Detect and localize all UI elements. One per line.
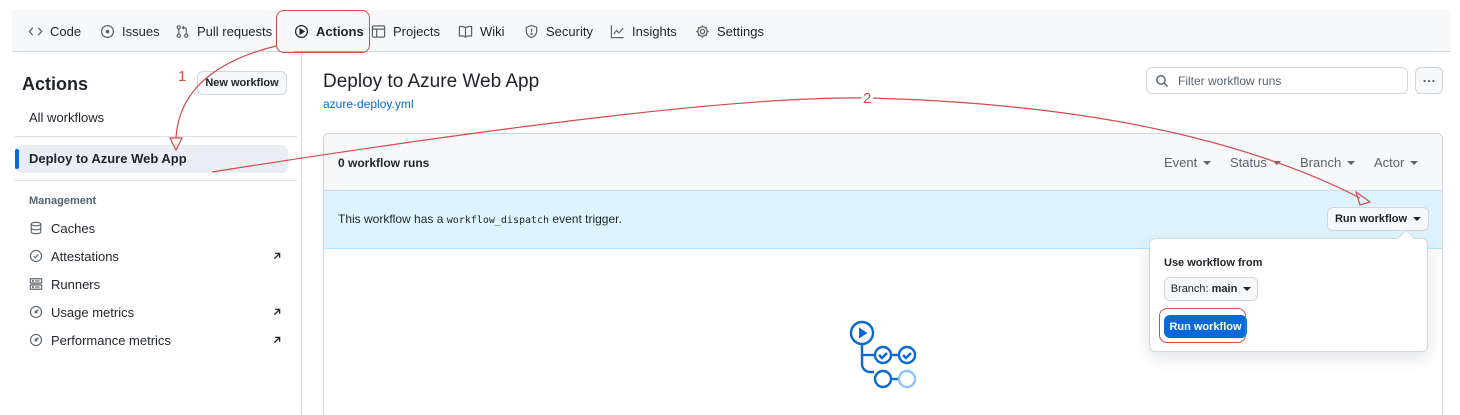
runs-count: 0 workflow runs [338, 156, 430, 170]
workflow-illustration-icon [849, 320, 917, 389]
tab-insights[interactable]: Insights [610, 10, 677, 52]
run-workflow-label: Run workflow [1334, 213, 1408, 225]
server-icon [29, 278, 43, 290]
sidebar-item-caches[interactable]: Caches [29, 217, 284, 239]
triangle-down-icon [1243, 287, 1252, 291]
filter-label: Event [1164, 155, 1198, 170]
triangle-down-icon [1410, 160, 1419, 165]
sidebar-item-runners[interactable]: Runners [29, 273, 284, 295]
triangle-down-icon [1347, 160, 1356, 165]
triangle-down-icon [1203, 160, 1212, 165]
actor-filter-dropdown[interactable]: Actor [1374, 155, 1419, 170]
book-icon [458, 25, 473, 38]
runs-header: 0 workflow runs Event Status Branch Acto… [324, 134, 1442, 191]
tab-label: Insights [632, 23, 677, 39]
shield-icon [525, 24, 538, 38]
annotation-highlight-actions-tab [276, 10, 370, 53]
sidebar-item-attestations[interactable]: Attestations [29, 245, 284, 267]
new-workflow-button[interactable]: New workflow [197, 71, 287, 95]
tab-settings[interactable]: Settings [695, 10, 764, 52]
branch-value: main [1211, 283, 1238, 295]
sidebar-item-label: Usage metrics [51, 304, 135, 320]
graph-icon [610, 24, 624, 38]
triangle-down-icon [1272, 160, 1281, 165]
tab-label: Settings [717, 23, 764, 39]
filter-label: Status [1230, 155, 1267, 170]
workflow-title: Deploy to Azure Web App [323, 71, 540, 92]
run-workflow-dropdown-button[interactable]: Run workflow [1327, 207, 1429, 231]
tab-pull-requests[interactable]: Pull requests [175, 10, 272, 52]
tab-label: Security [546, 23, 593, 39]
search-icon [1156, 74, 1169, 87]
sidebar-item-label: Runners [51, 276, 101, 292]
table-icon [371, 24, 386, 38]
verified-icon [29, 249, 43, 263]
sidebar-divider [15, 180, 297, 181]
sidebar-item-label: Attestations [51, 248, 119, 264]
workflow-file-link[interactable]: azure-deploy.yml [323, 97, 413, 111]
tab-wiki[interactable]: Wiki [458, 10, 505, 52]
filter-label: Actor [1374, 155, 1405, 170]
meter-icon [29, 333, 43, 347]
filter-workflow-runs[interactable] [1146, 67, 1408, 94]
management-heading: Management [29, 195, 97, 207]
branch-filter-dropdown[interactable]: Branch [1300, 155, 1356, 170]
triangle-down-icon [1413, 217, 1422, 221]
code-icon [28, 26, 43, 36]
issue-opened-icon [100, 24, 115, 38]
annotation-label-2: 2 [861, 90, 874, 107]
git-pull-request-icon [176, 24, 189, 38]
sidebar-divider [15, 136, 297, 137]
link-external-icon [273, 252, 281, 260]
sidebar-item-usage-metrics[interactable]: Usage metrics [29, 301, 284, 323]
selected-indicator [15, 149, 19, 169]
tab-security[interactable]: Security [524, 10, 593, 52]
sidebar-item-label: Performance metrics [51, 332, 171, 348]
sidebar-item-performance-metrics[interactable]: Performance metrics [29, 329, 284, 351]
sidebar-title: Actions [22, 74, 89, 94]
sidebar-item-label: Deploy to Azure Web App [29, 151, 187, 166]
dispatch-prefix: This workflow has a [338, 212, 444, 226]
database-icon [30, 221, 42, 235]
repo-nav: Code Issues Pull requests Actions Projec… [12, 10, 1450, 53]
use-workflow-from-label: Use workflow from [1164, 257, 1263, 269]
status-filter-dropdown[interactable]: Status [1230, 155, 1281, 170]
dispatch-code: workflow_dispatch [446, 215, 550, 226]
tab-label: Projects [393, 23, 440, 39]
new-workflow-label: New workflow [205, 77, 279, 89]
link-external-icon [273, 336, 281, 344]
dispatch-suffix: event trigger. [552, 212, 622, 226]
actions-sidebar: Actions New workflow All workflows Deplo… [12, 52, 302, 415]
tab-label: Code [50, 23, 82, 39]
branch-prefix: Branch: [1170, 283, 1209, 295]
event-filter-dropdown[interactable]: Event [1164, 155, 1212, 170]
dispatch-message: This workflow has a workflow_dispatch ev… [338, 212, 622, 226]
branch-select-button[interactable]: Branch: main [1164, 277, 1258, 301]
gear-icon [696, 24, 709, 38]
tab-projects[interactable]: Projects [371, 10, 440, 52]
tab-label: Wiki [480, 23, 505, 39]
meter-icon [29, 305, 43, 319]
sidebar-item-label: Caches [51, 220, 96, 236]
link-external-icon [273, 308, 281, 316]
filter-workflow-runs-input[interactable] [1176, 72, 1396, 89]
annotation-highlight-run-button [1159, 308, 1246, 343]
sidebar-item-deploy-to-azure[interactable]: Deploy to Azure Web App [15, 145, 288, 173]
tab-code[interactable]: Code [28, 10, 81, 52]
kebab-horizontal-icon [1423, 79, 1435, 82]
more-options-button[interactable] [1415, 67, 1443, 94]
tab-label: Pull requests [197, 23, 273, 39]
tab-label: Issues [122, 23, 160, 39]
all-workflows-link[interactable]: All workflows [29, 110, 104, 125]
filter-label: Branch [1300, 155, 1342, 170]
tab-issues[interactable]: Issues [100, 10, 160, 52]
